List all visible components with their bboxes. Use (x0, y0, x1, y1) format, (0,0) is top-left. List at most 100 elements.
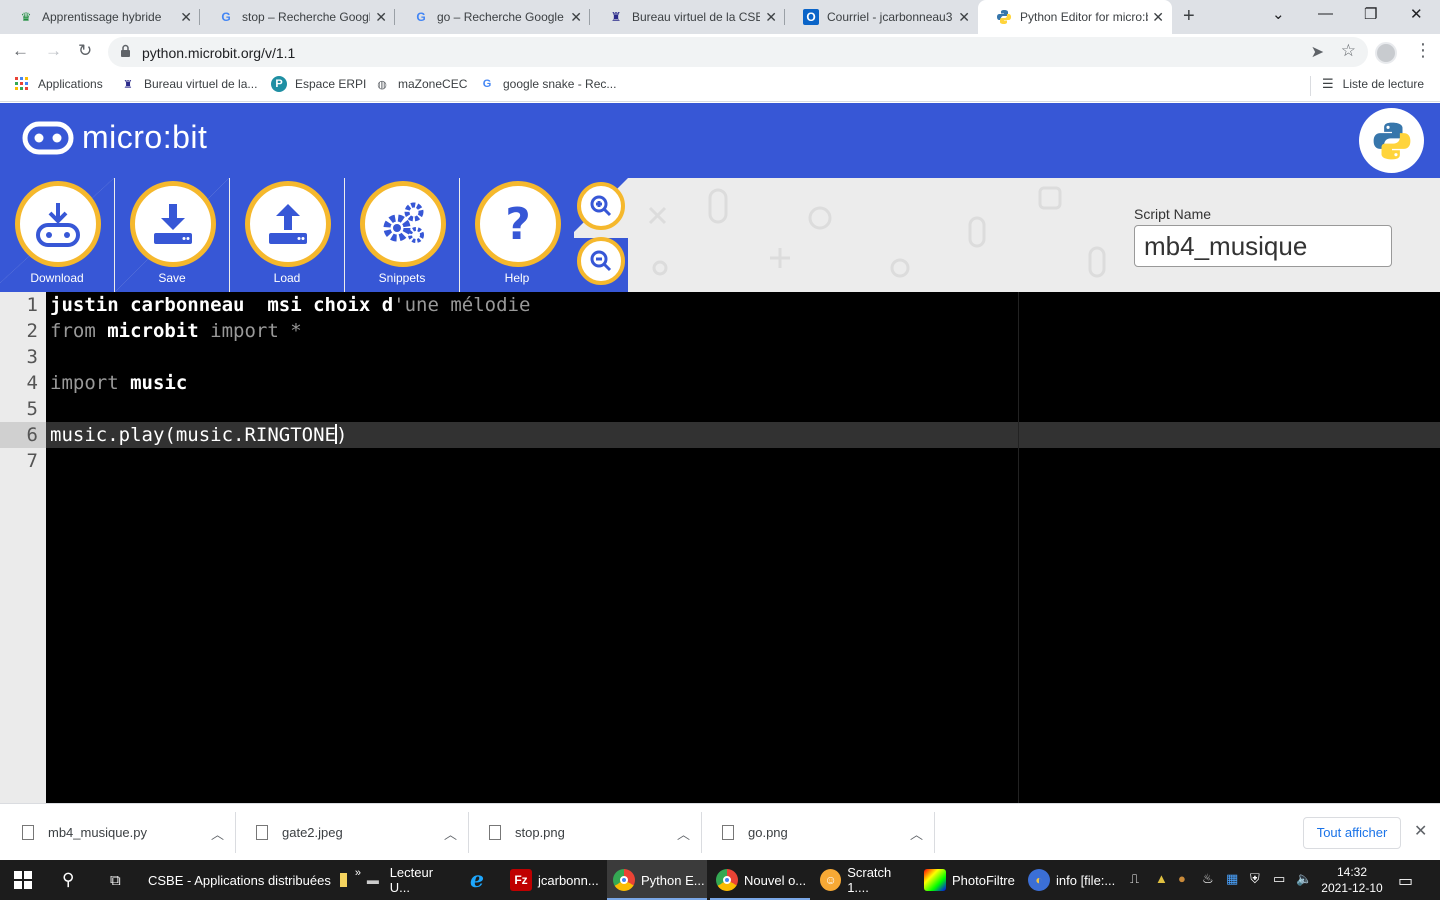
browser-tab[interactable]: O Courriel - jcarbonneau3 ✕ (785, 0, 978, 34)
usb-icon[interactable]: ⎍ (1130, 871, 1139, 887)
file-icon (22, 825, 34, 840)
upload-icon (269, 204, 307, 244)
tray-app-icon[interactable]: ● (1178, 871, 1186, 886)
address-bar[interactable]: python.microbit.org/v/1.1 ➤ ☆ (108, 37, 1368, 67)
taskbar-item-csbe[interactable]: CSBE - Applications distribuées » (140, 860, 369, 900)
background-pattern (648, 186, 1106, 278)
code-token: music.play(music.RINGTONE (50, 424, 336, 446)
close-icon[interactable]: ✕ (375, 9, 387, 26)
clock-date: 2021-12-10 (1321, 881, 1383, 895)
download-item[interactable]: stop.png ︿ (469, 804, 702, 861)
restore-icon[interactable]: ❐ (1364, 5, 1377, 23)
taskbar-item-scratch[interactable]: ☺ Scratch 1.... (814, 860, 914, 900)
taskbar-label: PhotoFiltre (952, 872, 1015, 888)
task-view-icon[interactable]: ⧉ (110, 860, 121, 900)
download-item[interactable]: gate2.jpeg ︿ (236, 804, 469, 861)
editor-toolbar: Download Save Load Snippets ? Help Scrip… (0, 178, 1440, 292)
bookmark-mazonecec[interactable]: ◍ maZoneCEC (374, 76, 467, 92)
system-clock[interactable]: 14:32 2021-12-10 (1320, 864, 1384, 896)
search-icon[interactable]: ⚲ (62, 860, 74, 900)
shield-icon[interactable]: ⛨ (1250, 871, 1260, 887)
download-shelf: mb4_musique.py ︿ gate2.jpeg ︿ stop.png ︿… (0, 803, 1440, 860)
zoom-in-button[interactable] (577, 182, 625, 230)
window-close-icon[interactable]: ✕ (1410, 5, 1423, 23)
tray-app-icon[interactable]: ▦ (1226, 871, 1238, 887)
taskbar-item-python-editor[interactable]: Python E... (607, 860, 707, 900)
taskbar-item-nouvel[interactable]: Nouvel o... (710, 860, 810, 900)
code-editor[interactable]: 1 2 3 4 5 6 7 justin carbonneau msi choi… (0, 292, 1440, 803)
browser-tab-strip: ♛ Apprentissage hybride ✕ G stop – Reche… (0, 0, 1440, 34)
internet-explorer-icon[interactable]: e (466, 860, 494, 900)
show-all-button[interactable]: Tout afficher (1303, 817, 1401, 849)
menu-dots-icon[interactable]: ⋮ (1414, 40, 1432, 61)
taskbar-item-lecteur[interactable]: ▬ Lecteur U... (356, 860, 456, 900)
close-icon[interactable]: ✕ (570, 9, 582, 26)
code-token: import * (198, 320, 302, 342)
bookmark-apps[interactable]: Applications (14, 76, 103, 92)
chevron-up-icon[interactable]: ︿ (211, 824, 224, 843)
bookmarks-bar: Applications ♜ Bureau virtuel de la... P… (0, 70, 1440, 102)
forward-icon[interactable]: → (45, 41, 62, 61)
load-circle (245, 181, 331, 267)
chevron-up-icon[interactable]: ︿ (677, 824, 690, 843)
chevron-up-icon[interactable]: ︿ (444, 824, 457, 843)
zoom-out-button[interactable] (577, 237, 625, 285)
bookmark-bureau[interactable]: ♜ Bureau virtuel de la... (120, 76, 257, 92)
taskbar-label: Lecteur U... (389, 865, 434, 895)
load-label: Load (273, 271, 301, 285)
download-divider (934, 812, 935, 853)
line-number: 1 (26, 294, 38, 316)
save-button[interactable]: Save (115, 178, 229, 292)
taskbar-item-filezilla[interactable]: Fz jcarbonn... (504, 860, 604, 900)
tab-title: stop – Recherche Google (242, 10, 370, 24)
windows-start-icon[interactable] (14, 860, 32, 900)
bookmark-erpi[interactable]: P Espace ERPI (271, 76, 366, 92)
profile-avatar-icon[interactable] (1375, 42, 1397, 64)
tray-app-icon[interactable]: ♨ (1202, 871, 1214, 887)
download-item[interactable]: go.png ︿ (702, 804, 935, 861)
vlc-icon[interactable]: ▲ (1155, 871, 1168, 886)
close-icon[interactable]: ✕ (180, 9, 192, 26)
close-icon[interactable]: ✕ (1152, 9, 1164, 26)
browser-tab[interactable]: ♛ Apprentissage hybride ✕ (0, 0, 200, 34)
close-icon[interactable]: ✕ (765, 9, 777, 26)
taskbar-item-photofiltre[interactable]: PhotoFiltre (918, 860, 1018, 900)
download-button[interactable]: Download (0, 178, 114, 292)
logo-text: micro:bit (82, 119, 208, 155)
line-number: 7 (26, 450, 38, 472)
tab-title: go – Recherche Google (437, 10, 564, 24)
bookmark-star-icon[interactable]: ☆ (1341, 41, 1356, 61)
browser-tab[interactable]: G go – Recherche Google ✕ (395, 0, 590, 34)
send-icon[interactable]: ➤ (1311, 42, 1324, 62)
filezilla-icon: Fz (510, 869, 532, 891)
browser-tab-active[interactable]: Python Editor for micro:bit ✕ (978, 0, 1172, 34)
line-number: 3 (26, 346, 38, 368)
volume-icon[interactable]: 🔈 (1296, 871, 1312, 887)
snippets-button[interactable]: Snippets (345, 178, 459, 292)
notification-icon[interactable]: ▭ (1398, 871, 1413, 891)
reading-list-button[interactable]: ☰ Liste de lecture (1322, 76, 1424, 92)
chevron-up-icon[interactable]: ︿ (910, 824, 923, 843)
back-icon[interactable]: ← (12, 41, 29, 61)
download-item[interactable]: mb4_musique.py ︿ (0, 804, 236, 861)
reload-icon[interactable]: ↻ (78, 41, 92, 61)
network-icon[interactable]: ▭ (1273, 871, 1285, 887)
close-icon[interactable]: ✕ (958, 9, 970, 26)
help-button[interactable]: ? Help (460, 178, 574, 292)
taskbar-label: Scratch 1.... (847, 865, 892, 895)
download-filename: go.png (748, 825, 788, 840)
script-name-input[interactable]: mb4_musique (1134, 225, 1392, 267)
close-icon[interactable]: ✕ (1414, 821, 1427, 841)
code-line-4: import music (50, 370, 187, 396)
bookmarks-divider (1310, 76, 1311, 96)
minimize-icon[interactable]: — (1318, 5, 1333, 22)
download-label: Download (30, 271, 84, 285)
bookmark-google-snake[interactable]: G google snake - Rec... (479, 76, 617, 92)
new-tab-icon[interactable]: + (1183, 5, 1195, 28)
taskbar-item-info[interactable]: ◐ info [file:... (1022, 860, 1122, 900)
browser-tab[interactable]: G stop – Recherche Google ✕ (200, 0, 395, 34)
tab-search-icon[interactable]: ⌄ (1272, 5, 1285, 23)
image-file-icon (722, 825, 734, 840)
browser-tab[interactable]: ♜ Bureau virtuel de la CSBE ✕ (590, 0, 785, 34)
load-button[interactable]: Load (230, 178, 344, 292)
